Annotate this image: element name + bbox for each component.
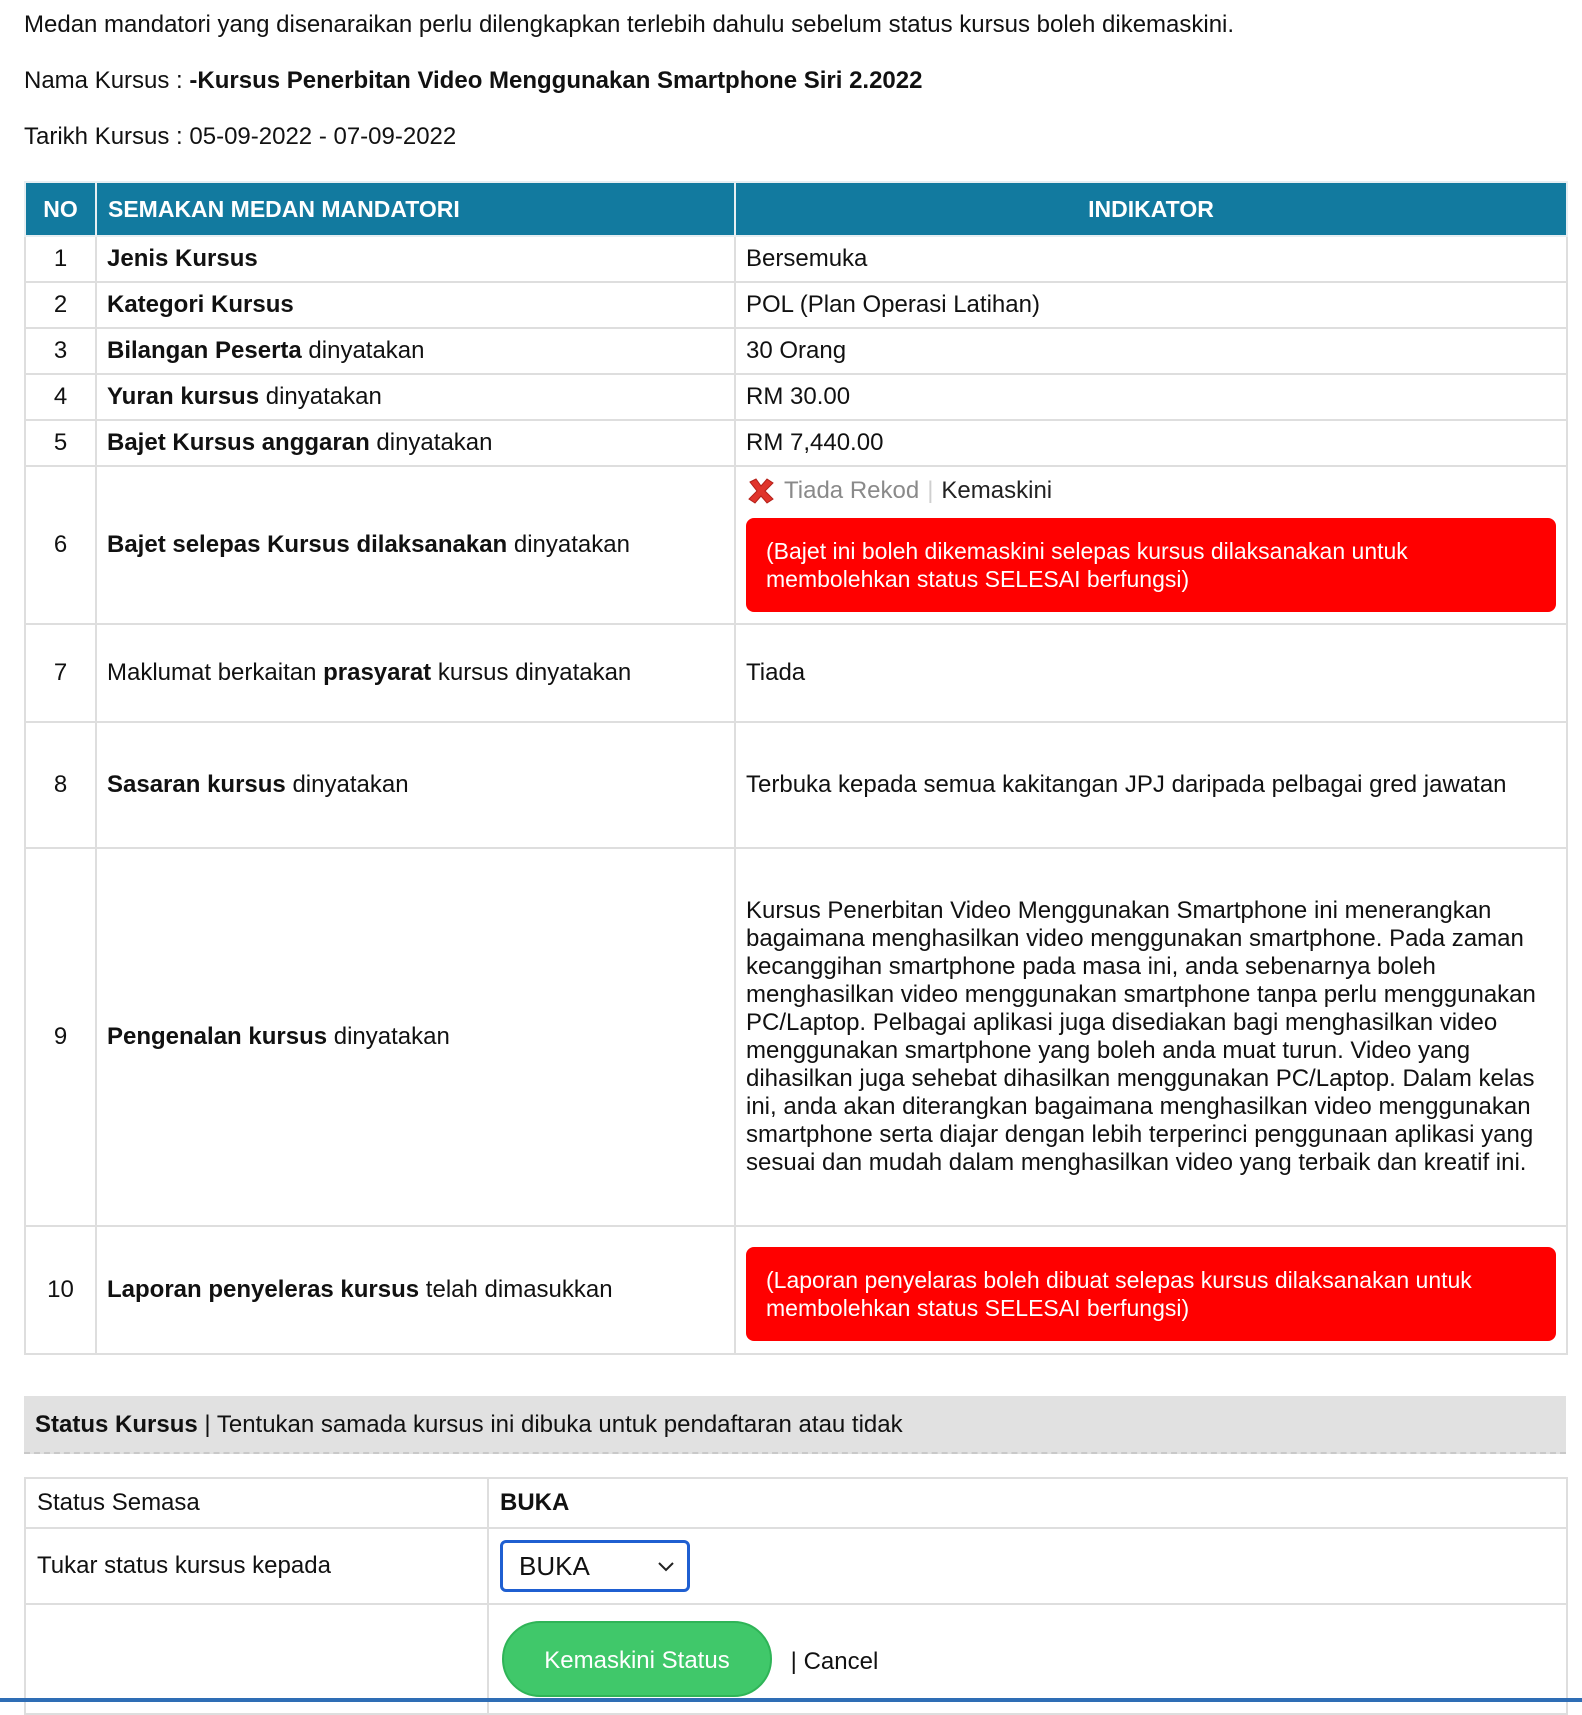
row-no: 1	[24, 235, 97, 283]
row-check-bold: Laporan penyeleras kursus	[107, 1276, 420, 1303]
row-no: 7	[24, 623, 97, 723]
table-row: 9 Pengenalan kursus dinyatakan Kursus Pe…	[24, 847, 1568, 1227]
status-select-value: BUKA	[519, 1550, 590, 1581]
row-check-bold: Sasaran kursus	[107, 771, 286, 798]
cancel-link[interactable]: Cancel	[804, 1648, 879, 1675]
row-check: Kategori Kursus	[95, 281, 736, 329]
red-x-icon	[748, 478, 774, 504]
row-no: 3	[24, 327, 97, 375]
table-row: 2 Kategori Kursus POL (Plan Operasi Lati…	[24, 281, 1568, 329]
separator: |	[927, 477, 934, 504]
course-name-label: Nama Kursus :	[24, 67, 190, 94]
table-row: 8 Sasaran kursus dinyatakan Terbuka kepa…	[24, 721, 1568, 849]
row-no: 5	[24, 419, 97, 467]
row-indicator: POL (Plan Operasi Latihan)	[734, 281, 1568, 329]
row-check-suffix: dinyatakan	[327, 1023, 450, 1050]
current-status-text: BUKA	[500, 1489, 570, 1516]
row-check-bold: Bajet Kursus anggaran	[107, 429, 370, 456]
cancel-group: | Cancel	[791, 1648, 879, 1676]
course-date-line: Tarikh Kursus : 05-09-2022 - 07-09-2022	[24, 121, 1566, 153]
row-indicator: 30 Orang	[734, 327, 1568, 375]
row-check-prefix: Maklumat berkaitan	[107, 659, 324, 686]
row-check-suffix: dinyatakan	[285, 771, 409, 798]
row-check: Pengenalan kursus dinyatakan	[95, 847, 736, 1227]
row-check-suffix: telah dimasukkan	[419, 1276, 613, 1303]
header-indicator: INDIKATOR	[734, 181, 1568, 237]
row-indicator: Tiada	[734, 623, 1568, 723]
row-indicator: Bersemuka	[734, 235, 1568, 283]
row-no: 9	[24, 847, 97, 1227]
change-status-label: Tukar status kursus kepada	[24, 1527, 489, 1605]
table-row: 3 Bilangan Peserta dinyatakan 30 Orang	[24, 327, 1568, 375]
update-budget-link[interactable]: Kemaskini	[941, 477, 1052, 505]
mandatory-table: NO SEMAKAN MEDAN MANDATORI INDIKATOR 1 J…	[24, 181, 1568, 1355]
row-check-suffix: dinyatakan	[369, 429, 493, 456]
report-alert: (Laporan penyelaras boleh dibuat selepas…	[746, 1247, 1556, 1341]
status-table: Status Semasa BUKA Tukar status kursus k…	[24, 1477, 1568, 1715]
intro-text: Medan mandatori yang disenaraikan perlu …	[24, 11, 1235, 38]
table-row: 4 Yuran kursus dinyatakan RM 30.00	[24, 373, 1568, 421]
row-check-suffix: dinyatakan	[507, 531, 630, 558]
course-date-label: Tarikh Kursus :	[24, 123, 190, 150]
row-indicator: RM 7,440.00	[734, 419, 1568, 467]
chevron-down-icon	[658, 1562, 674, 1572]
row-check-bold: Kategori Kursus	[107, 291, 294, 318]
row-check-bold: Bajet selepas Kursus dilaksanakan	[107, 531, 508, 558]
table-row: 6 Bajet selepas Kursus dilaksanakan diny…	[24, 465, 1568, 625]
row-check: Laporan penyeleras kursus telah dimasukk…	[95, 1225, 736, 1355]
change-status-cell: BUKA	[487, 1527, 1568, 1605]
row-check: Jenis Kursus	[95, 235, 736, 283]
course-name-line: Nama Kursus : -Kursus Penerbitan Video M…	[24, 65, 1566, 97]
row-check: Sasaran kursus dinyatakan	[95, 721, 736, 849]
status-select[interactable]: BUKA	[500, 1540, 690, 1592]
no-record-text: Tiada Rekod	[784, 477, 920, 504]
row-no: 4	[24, 373, 97, 421]
row-check-suffix: dinyatakan	[301, 337, 425, 364]
row-check: Maklumat berkaitan prasyarat kursus diny…	[95, 623, 736, 723]
row-no: 8	[24, 721, 97, 849]
row-indicator: Tiada Rekod | Kemaskini (Bajet ini boleh…	[734, 465, 1568, 625]
cancel-separator: |	[790, 1647, 804, 1675]
current-status-label: Status Semasa	[24, 1477, 489, 1529]
table-header-row: NO SEMAKAN MEDAN MANDATORI INDIKATOR	[24, 181, 1568, 237]
table-row: 1 Jenis Kursus Bersemuka	[24, 235, 1568, 283]
table-row: 7 Maklumat berkaitan prasyarat kursus di…	[24, 623, 1568, 723]
row-check: Yuran kursus dinyatakan	[95, 373, 736, 421]
row-check-bold: Bilangan Peserta	[107, 337, 302, 364]
status-desc: | Tentukan samada kursus ini dibuka untu…	[197, 1411, 903, 1438]
status-section-header: Status Kursus | Tentukan samada kursus i…	[24, 1396, 1566, 1454]
status-change-row: Tukar status kursus kepada BUKA	[24, 1527, 1568, 1605]
update-status-button[interactable]: Kemaskini Status	[502, 1621, 772, 1697]
no-record-line: Tiada Rekod | Kemaskini	[746, 476, 1556, 506]
bottom-border	[0, 1698, 1582, 1702]
status-title: Status Kursus	[35, 1411, 198, 1438]
table-row: 10 Laporan penyeleras kursus telah dimas…	[24, 1225, 1568, 1355]
status-current-row: Status Semasa BUKA	[24, 1477, 1568, 1529]
row-check-suffix: dinyatakan	[259, 383, 382, 410]
row-check-suffix: kursus dinyatakan	[431, 659, 632, 686]
row-check-bold: prasyarat	[323, 659, 432, 686]
table-row: 5 Bajet Kursus anggaran dinyatakan RM 7,…	[24, 419, 1568, 467]
row-check: Bajet selepas Kursus dilaksanakan dinyat…	[95, 465, 736, 625]
course-name: -Kursus Penerbitan Video Menggunakan Sma…	[189, 67, 923, 94]
row-check: Bajet Kursus anggaran dinyatakan	[95, 419, 736, 467]
row-check: Bilangan Peserta dinyatakan	[95, 327, 736, 375]
row-no: 6	[24, 465, 97, 625]
row-check-bold: Jenis Kursus	[107, 245, 258, 272]
row-indicator: RM 30.00	[734, 373, 1568, 421]
row-indicator: (Laporan penyelaras boleh dibuat selepas…	[734, 1225, 1568, 1355]
row-indicator: Kursus Penerbitan Video Menggunakan Smar…	[734, 847, 1568, 1227]
budget-alert: (Bajet ini boleh dikemaskini selepas kur…	[746, 518, 1556, 612]
header-no: NO	[24, 181, 97, 237]
course-date: 05-09-2022 - 07-09-2022	[189, 123, 457, 150]
row-no: 10	[24, 1225, 97, 1355]
current-status-value: BUKA	[487, 1477, 1568, 1529]
row-no: 2	[24, 281, 97, 329]
row-check-bold: Yuran kursus	[107, 383, 260, 410]
row-check-bold: Pengenalan kursus	[107, 1023, 328, 1050]
header-check: SEMAKAN MEDAN MANDATORI	[95, 181, 736, 237]
row-indicator: Terbuka kepada semua kakitangan JPJ dari…	[734, 721, 1568, 849]
